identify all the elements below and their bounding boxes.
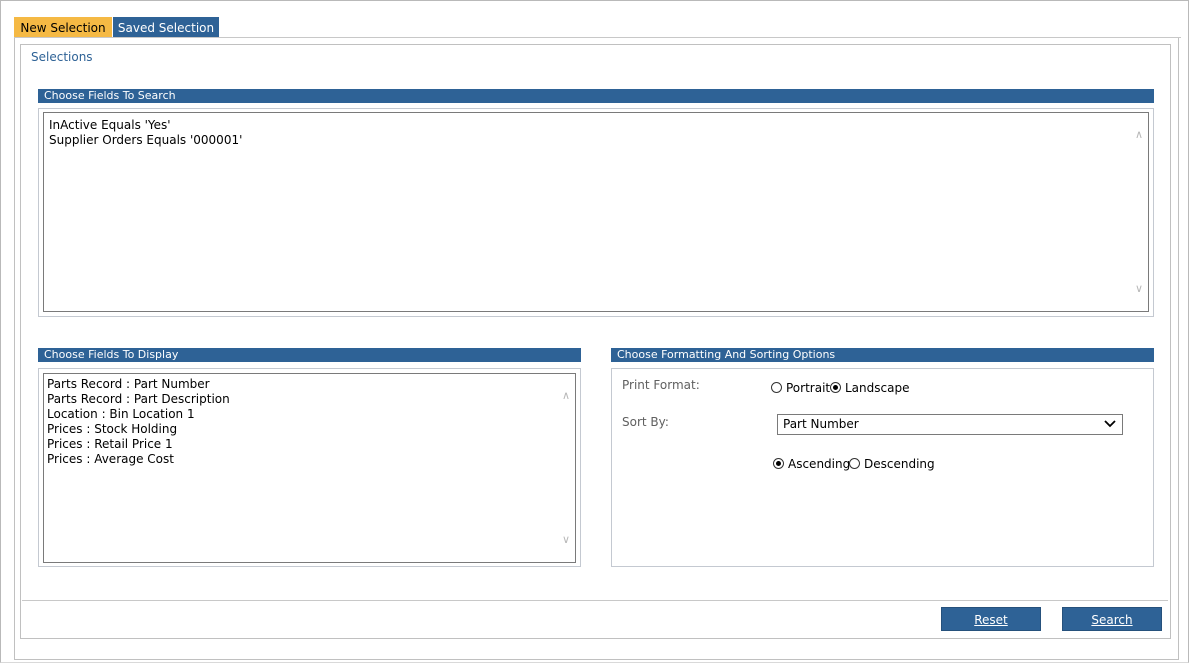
search-field-item[interactable]: InActive Equals 'Yes'	[49, 118, 242, 133]
search-button[interactable]: Search	[1062, 607, 1162, 631]
display-field-item[interactable]: Location : Bin Location 1	[47, 407, 230, 422]
search-fields-list[interactable]: InActive Equals 'Yes' Supplier Orders Equ…	[43, 112, 1149, 312]
landscape-label[interactable]: Landscape	[845, 381, 909, 395]
scroll-down-icon[interactable]: ∨	[559, 534, 573, 546]
portrait-radio[interactable]	[771, 382, 782, 393]
tab-new-selection[interactable]: New Selection	[14, 17, 112, 37]
scroll-up-icon[interactable]: ∧	[559, 390, 573, 402]
sort-by-value: Part Number	[783, 417, 859, 431]
search-fields-lines: InActive Equals 'Yes' Supplier Orders Equ…	[49, 118, 242, 148]
display-field-item[interactable]: Parts Record : Part Number	[47, 377, 230, 392]
reset-button[interactable]: Reset	[941, 607, 1041, 631]
formatting-header: Choose Formatting And Sorting Options	[611, 348, 1154, 362]
scroll-down-icon[interactable]: ∨	[1132, 283, 1146, 295]
descending-radio[interactable]	[849, 458, 860, 469]
sort-by-label: Sort By:	[622, 415, 669, 429]
footer-divider	[22, 600, 1168, 601]
display-fields-list[interactable]: Parts Record : Part Number Parts Record :…	[43, 373, 576, 563]
search-fields-header: Choose Fields To Search	[38, 89, 1154, 103]
display-field-item[interactable]: Parts Record : Part Description	[47, 392, 230, 407]
display-field-item[interactable]: Prices : Retail Price 1	[47, 437, 230, 452]
sort-by-select[interactable]: Part Number	[777, 414, 1123, 435]
descending-label[interactable]: Descending	[864, 457, 935, 471]
tab-saved-selection[interactable]: Saved Selection	[113, 17, 219, 37]
search-field-item[interactable]: Supplier Orders Equals '000001'	[49, 133, 242, 148]
print-format-label: Print Format:	[622, 378, 700, 392]
landscape-radio[interactable]	[830, 382, 841, 393]
display-fields-lines: Parts Record : Part Number Parts Record :…	[47, 377, 230, 467]
scroll-up-icon[interactable]: ∧	[1132, 129, 1146, 141]
display-field-item[interactable]: Prices : Stock Holding	[47, 422, 230, 437]
chevron-down-icon	[1104, 415, 1116, 438]
selections-title: Selections	[31, 50, 93, 64]
display-fields-header: Choose Fields To Display	[38, 348, 581, 362]
display-field-item[interactable]: Prices : Average Cost	[47, 452, 230, 467]
portrait-label[interactable]: Portrait	[786, 381, 830, 395]
ascending-label[interactable]: Ascending	[788, 457, 850, 471]
ascending-radio[interactable]	[773, 458, 784, 469]
